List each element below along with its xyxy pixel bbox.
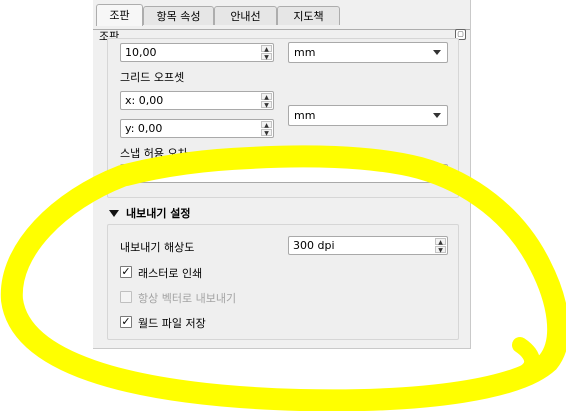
export-resolution-input[interactable]: 300 dpi ▲ ▼ [288, 236, 448, 255]
dropdown-arrow-icon [433, 50, 441, 55]
save-world-file-label: 월드 파일 저장 [138, 317, 206, 330]
print-as-raster-checkbox[interactable]: ✓ [120, 266, 132, 278]
grid-offset-y-input[interactable]: y: 0,00 ▲ ▼ [120, 119, 274, 138]
grid-spacing-input[interactable]: 10,00 ▲ ▼ [120, 43, 274, 62]
spin-up-icon[interactable]: ▲ [435, 166, 446, 174]
spin-down-icon[interactable]: ▼ [261, 53, 272, 61]
composition-panel: 조판 항목 속성 안내선 지도책 조판 ▢ 10,00 ▲ ▼ mm 그리드 오프… [93, 0, 471, 349]
collapse-triangle-icon[interactable] [109, 210, 119, 217]
spin-down-icon[interactable]: ▼ [261, 129, 272, 137]
export-settings-group: 내보내기 해상도 300 dpi ▲ ▼ ✓ 래스터로 인쇄 항상 벡터로 내보내… [107, 224, 459, 340]
print-as-raster-label: 래스터로 인쇄 [138, 267, 203, 280]
spin-up-icon[interactable]: ▲ [261, 45, 272, 53]
tab-atlas[interactable]: 지도책 [277, 6, 340, 25]
export-settings-title[interactable]: 내보내기 설정 [126, 205, 191, 221]
snap-tolerance-value: 5 px [125, 167, 149, 180]
grid-group: 10,00 ▲ ▼ mm 그리드 오프셋 x: 0,00 ▲ ▼ mm y: 0,0… [107, 38, 459, 198]
grid-offset-y-value: y: 0,00 [125, 122, 163, 135]
tab-guides[interactable]: 안내선 [214, 6, 277, 25]
grid-offset-unit-select[interactable]: mm [288, 105, 448, 126]
always-export-vector-checkbox[interactable] [120, 291, 132, 303]
grid-spacing-unit: mm [294, 46, 316, 59]
tab-item-properties[interactable]: 항목 속성 [143, 6, 214, 25]
grid-offset-x-value: x: 0,00 [125, 94, 164, 107]
spin-up-icon[interactable]: ▲ [261, 121, 272, 129]
spin-down-icon[interactable]: ▼ [435, 246, 446, 254]
grid-offset-x-input[interactable]: x: 0,00 ▲ ▼ [120, 91, 274, 110]
grid-spacing-value: 10,00 [125, 46, 157, 59]
grid-spacing-unit-select[interactable]: mm [288, 42, 448, 63]
export-resolution-value: 300 dpi [293, 239, 335, 252]
snap-tolerance-input[interactable]: 5 px ▲ ▼ [120, 164, 448, 183]
spin-up-icon[interactable]: ▲ [261, 93, 272, 101]
spin-down-icon[interactable]: ▼ [435, 174, 446, 182]
tab-bar: 조판 항목 속성 안내선 지도책 [93, 4, 470, 30]
tab-composition[interactable]: 조판 [96, 4, 143, 26]
dropdown-arrow-icon [433, 113, 441, 118]
spin-down-icon[interactable]: ▼ [261, 101, 272, 109]
highlight-tail [504, 337, 541, 386]
always-export-vector-label: 항상 벡터로 내보내기 [138, 292, 237, 305]
save-world-file-checkbox[interactable]: ✓ [120, 316, 132, 328]
spin-up-icon[interactable]: ▲ [435, 238, 446, 246]
grid-offset-label: 그리드 오프셋 [120, 71, 185, 84]
snap-tolerance-label: 스냅 허용 오차 [120, 147, 188, 160]
tab-bar-divider [93, 29, 470, 30]
grid-offset-unit: mm [294, 109, 316, 122]
export-resolution-label: 내보내기 해상도 [120, 241, 195, 254]
